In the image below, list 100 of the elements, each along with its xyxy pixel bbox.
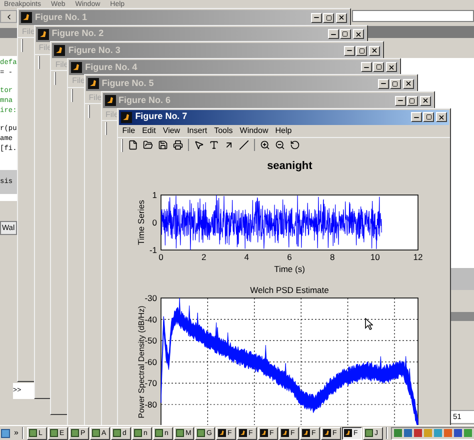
menu-item[interactable]: Edit [142, 127, 156, 136]
minimize-button[interactable] [344, 46, 356, 56]
maximize-icon [342, 31, 348, 38]
window-title: Figure No. 1 [35, 10, 88, 24]
x-tick-label: 10 [370, 252, 380, 262]
menu-item[interactable]: Insert [187, 127, 208, 136]
minimize-button[interactable] [361, 62, 372, 72]
minimize-button[interactable] [311, 12, 322, 22]
x-tick-label: 6 [287, 252, 292, 262]
app-icon [260, 429, 268, 437]
y-tick-label: -1 [150, 244, 158, 255]
x-tick-label: 2 [202, 252, 206, 262]
maximize-button[interactable] [373, 62, 384, 72]
app-icon [281, 429, 290, 437]
maximize-button[interactable] [323, 12, 334, 22]
maximize-button[interactable] [340, 29, 351, 40]
app-icon [21, 12, 32, 23]
overflow-chevron[interactable]: » [11, 427, 22, 439]
text-icon[interactable] [209, 140, 220, 150]
menu-item[interactable]: Window [240, 127, 268, 136]
close-button[interactable] [352, 29, 364, 40]
close-icon [371, 47, 378, 54]
menu-item[interactable]: Tools [214, 127, 233, 136]
save-icon[interactable] [158, 140, 168, 150]
pointer-icon[interactable] [194, 140, 204, 150]
close-button[interactable] [369, 46, 380, 56]
close-icon [438, 114, 446, 121]
maximize-button[interactable] [356, 46, 368, 56]
app-icon [71, 62, 82, 73]
program-icon [155, 429, 164, 437]
close-icon [404, 80, 412, 88]
x-tick-label: 12 [413, 252, 423, 262]
chart-title: Welch PSD Estimate [250, 284, 330, 295]
close-button[interactable] [386, 62, 398, 72]
x-tick-label: 0 [158, 252, 164, 262]
printer-icon[interactable] [173, 140, 184, 150]
maximize-icon [392, 80, 398, 87]
maximize-button[interactable] [406, 96, 418, 106]
close-button[interactable] [436, 112, 448, 122]
close-button[interactable] [336, 12, 347, 22]
cursor-icon [365, 318, 373, 330]
close-icon [388, 64, 396, 71]
window-title: Figure No. 5 [102, 77, 154, 90]
app-icon [104, 95, 116, 106]
maximize-button[interactable] [423, 112, 434, 122]
y-tick-label: -40 [144, 314, 158, 324]
close-button[interactable] [402, 78, 414, 89]
y-axis-label: Power Spectral Density (dB/Hz) [137, 305, 146, 418]
app-icon [88, 78, 99, 90]
app-icon [239, 429, 248, 437]
maximize-icon [376, 64, 382, 70]
program-icon [50, 429, 58, 437]
app-icon [38, 28, 49, 40]
window-title: Figure No. 4 [85, 60, 138, 74]
line-icon[interactable] [239, 140, 250, 150]
menu-item[interactable]: Help [275, 127, 292, 136]
close-icon [354, 30, 362, 38]
zoom-in-icon[interactable] [260, 140, 270, 150]
program-icon [71, 429, 80, 437]
y-tick-label: -30 [144, 292, 158, 303]
maximize-icon [358, 48, 365, 54]
maximize-icon [409, 98, 415, 104]
y-tick-label: -50 [144, 335, 158, 346]
program-icon [113, 429, 122, 437]
app-icon [218, 429, 226, 437]
menu-item[interactable]: File [122, 127, 136, 136]
close-icon [422, 97, 428, 104]
maximize-icon [326, 14, 332, 20]
y-axis-label: Time Series [136, 200, 146, 245]
program-icon [176, 429, 184, 437]
close-button[interactable] [420, 96, 430, 106]
window-title: Figure No. 3 [68, 44, 120, 57]
x-tick-label: 8 [330, 252, 335, 262]
menu-item[interactable]: View [162, 127, 180, 136]
rotate-icon[interactable] [290, 140, 300, 150]
program-icon [365, 429, 374, 437]
quick-launch-icon[interactable] [1, 428, 10, 438]
new-file-icon[interactable] [128, 140, 138, 150]
minimize-button[interactable] [394, 96, 406, 106]
minimize-button[interactable] [378, 78, 389, 89]
app-icon [54, 45, 66, 56]
maximize-icon [426, 114, 432, 120]
y-tick-label: 0 [152, 217, 158, 228]
arrow-icon[interactable] [224, 140, 234, 150]
program-icon [134, 429, 142, 437]
tab-strip [0, 28, 17, 38]
search-field[interactable] [352, 10, 474, 22]
minimize-button[interactable] [328, 29, 339, 40]
y-tick-label: -80 [144, 399, 158, 410]
window-title: Figure No. 7 [135, 110, 188, 124]
window-title: Figure No. 2 [52, 27, 104, 40]
x-tick-label: 4 [244, 252, 250, 262]
folder-icon[interactable] [143, 140, 154, 150]
zoom-out-icon[interactable] [275, 140, 286, 150]
minimize-button[interactable] [411, 112, 422, 122]
maximize-button[interactable] [390, 78, 401, 89]
app-icon [302, 429, 310, 437]
window-title: Figure No. 6 [118, 94, 171, 107]
y-tick-label: -70 [144, 378, 158, 388]
y-tick-label: 1 [152, 190, 158, 200]
